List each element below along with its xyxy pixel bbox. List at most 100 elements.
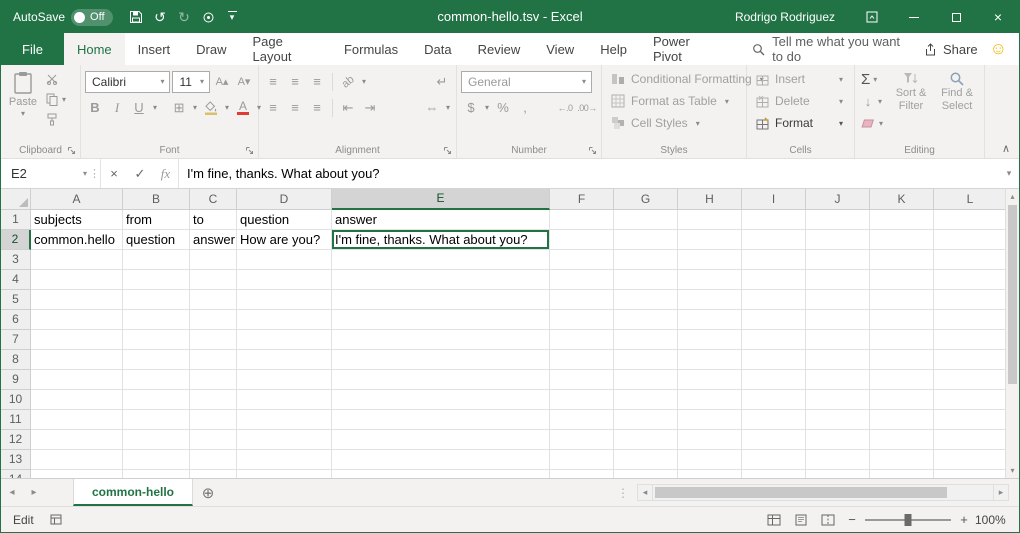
cell-G10[interactable] — [614, 390, 678, 410]
column-header-g[interactable]: G — [614, 189, 678, 210]
cell-L9[interactable] — [934, 370, 1007, 390]
cell-B3[interactable] — [123, 250, 190, 270]
expand-formula-bar-icon[interactable]: ▾ — [999, 159, 1019, 188]
vertical-scrollbar[interactable]: ▴ ▾ — [1005, 189, 1019, 478]
new-sheet-button[interactable]: ⊕ — [193, 479, 223, 506]
vertical-scroll-thumb[interactable] — [1008, 205, 1017, 384]
zoom-slider[interactable] — [865, 519, 951, 521]
cell-B10[interactable] — [123, 390, 190, 410]
cell-F7[interactable] — [550, 330, 614, 350]
cell-C3[interactable] — [190, 250, 237, 270]
insert-function-button[interactable]: fx — [153, 159, 179, 188]
number-format-select[interactable]: General ▾ — [461, 71, 592, 93]
cell-D7[interactable] — [237, 330, 332, 350]
cell-B7[interactable] — [123, 330, 190, 350]
cell-I5[interactable] — [742, 290, 806, 310]
row-header-14[interactable]: 14 — [1, 470, 31, 478]
column-header-k[interactable]: K — [870, 189, 934, 210]
cell-I8[interactable] — [742, 350, 806, 370]
increase-font-size-button[interactable]: A▴ — [212, 71, 232, 93]
cut-button[interactable] — [44, 70, 70, 88]
cell-H14[interactable] — [678, 470, 742, 478]
cell-D4[interactable] — [237, 270, 332, 290]
cell-E4[interactable] — [332, 270, 550, 290]
cell-C7[interactable] — [190, 330, 237, 350]
cell-G3[interactable] — [614, 250, 678, 270]
cell-I10[interactable] — [742, 390, 806, 410]
cell-H8[interactable] — [678, 350, 742, 370]
chevron-down-icon[interactable]: ▾ — [81, 169, 89, 178]
cell-D10[interactable] — [237, 390, 332, 410]
cell-C11[interactable] — [190, 410, 237, 430]
cell-J8[interactable] — [806, 350, 870, 370]
cell-J11[interactable] — [806, 410, 870, 430]
cell-B1[interactable]: from — [123, 210, 190, 230]
share-button[interactable]: Share — [914, 33, 988, 65]
tab-file[interactable]: File — [1, 33, 64, 65]
hscroll-left-icon[interactable]: ◂ — [637, 484, 653, 501]
cell-H9[interactable] — [678, 370, 742, 390]
cell-K3[interactable] — [870, 250, 934, 270]
cell-J12[interactable] — [806, 430, 870, 450]
scroll-down-icon[interactable]: ▾ — [1006, 463, 1019, 478]
zoom-slider-thumb[interactable] — [905, 514, 912, 526]
cell-K8[interactable] — [870, 350, 934, 370]
cell-I3[interactable] — [742, 250, 806, 270]
cell-F8[interactable] — [550, 350, 614, 370]
zoom-level[interactable]: 100% — [975, 513, 1019, 527]
cell-B9[interactable] — [123, 370, 190, 390]
increase-decimal-button[interactable]: ←.0 — [555, 97, 575, 119]
tab-formulas[interactable]: Formulas — [331, 33, 411, 65]
cell-B4[interactable] — [123, 270, 190, 290]
page-layout-view-button[interactable] — [787, 510, 814, 530]
select-all-corner[interactable] — [1, 189, 31, 210]
row-header-6[interactable]: 6 — [1, 310, 31, 330]
cell-L12[interactable] — [934, 430, 1007, 450]
cell-K10[interactable] — [870, 390, 934, 410]
cell-K12[interactable] — [870, 430, 934, 450]
tell-me-box[interactable]: Tell me what you want to do — [752, 33, 914, 65]
cell-F10[interactable] — [550, 390, 614, 410]
cell-D6[interactable] — [237, 310, 332, 330]
accounting-format-button[interactable]: $ — [461, 97, 481, 119]
row-header-1[interactable]: 1 — [1, 210, 31, 230]
cell-F12[interactable] — [550, 430, 614, 450]
row-header-9[interactable]: 9 — [1, 370, 31, 390]
cell-D1[interactable]: question — [237, 210, 332, 230]
cell-L3[interactable] — [934, 250, 1007, 270]
cell-E5[interactable] — [332, 290, 550, 310]
scroll-up-icon[interactable]: ▴ — [1006, 189, 1019, 204]
cell-F2[interactable] — [550, 230, 614, 250]
row-header-2[interactable]: 2 — [1, 230, 31, 250]
cell-H3[interactable] — [678, 250, 742, 270]
format-painter-button[interactable] — [44, 110, 70, 128]
cell-E3[interactable] — [332, 250, 550, 270]
cell-H1[interactable] — [678, 210, 742, 230]
cell-I14[interactable] — [742, 470, 806, 478]
tab-help[interactable]: Help — [587, 33, 640, 65]
cell-L13[interactable] — [934, 450, 1007, 470]
cell-A11[interactable] — [31, 410, 123, 430]
row-header-10[interactable]: 10 — [1, 390, 31, 410]
cell-F9[interactable] — [550, 370, 614, 390]
italic-button[interactable]: I — [107, 97, 127, 119]
autosave-toggle[interactable]: AutoSave Off — [13, 9, 113, 26]
chevron-down-icon[interactable]: ▾ — [360, 77, 368, 86]
cell-I1[interactable] — [742, 210, 806, 230]
cell-C13[interactable] — [190, 450, 237, 470]
column-header-c[interactable]: C — [190, 189, 237, 210]
cell-I9[interactable] — [742, 370, 806, 390]
cell-D2[interactable]: How are you? — [237, 230, 332, 250]
undo-icon[interactable]: ↺ — [149, 5, 172, 29]
cell-J7[interactable] — [806, 330, 870, 350]
top-align-button[interactable]: ≡ — [263, 71, 283, 93]
cell-E11[interactable] — [332, 410, 550, 430]
chevron-down-icon[interactable]: ▾ — [223, 103, 231, 112]
cell-L6[interactable] — [934, 310, 1007, 330]
paste-button[interactable]: Paste ▾ — [4, 68, 42, 128]
cell-B13[interactable] — [123, 450, 190, 470]
cell-D3[interactable] — [237, 250, 332, 270]
zoom-out-button[interactable]: − — [841, 512, 863, 527]
cell-F4[interactable] — [550, 270, 614, 290]
cell-G2[interactable] — [614, 230, 678, 250]
